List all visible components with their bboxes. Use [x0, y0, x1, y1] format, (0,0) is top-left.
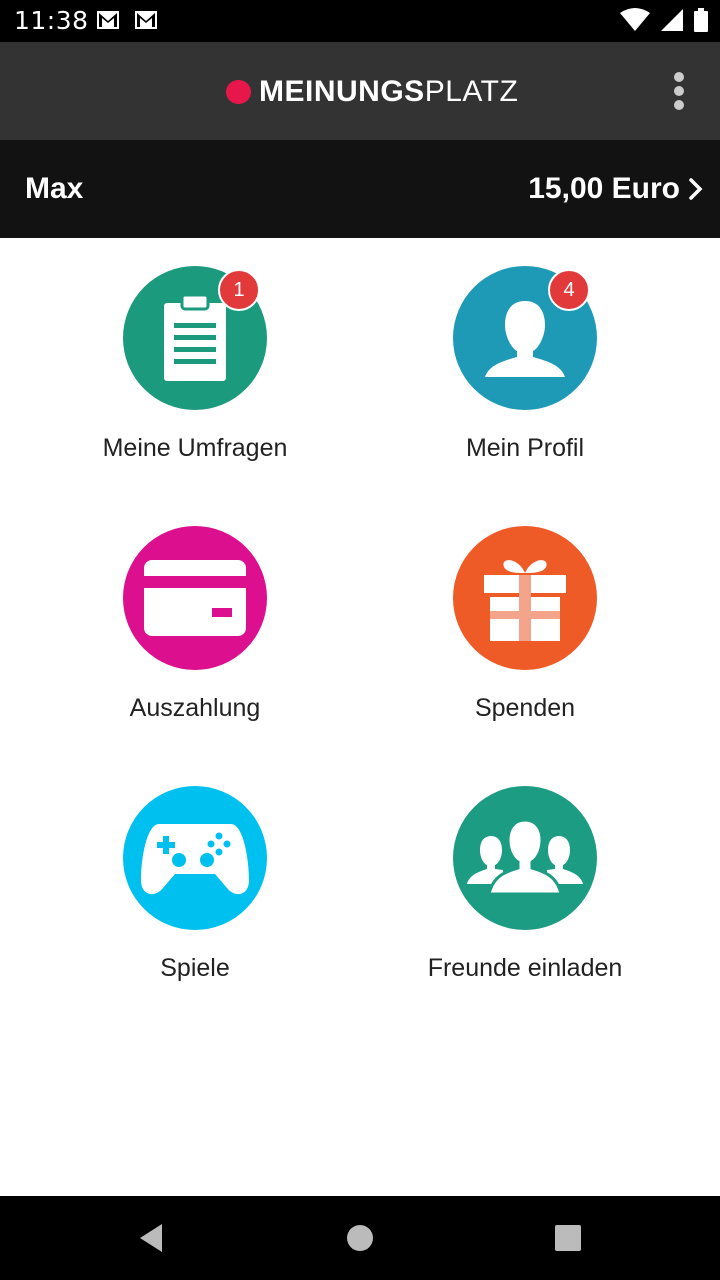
tile-label: Freunde einladen	[427, 954, 623, 982]
chevron-right-icon	[689, 178, 703, 200]
home-icon[interactable]	[346, 1224, 374, 1252]
group-icon	[467, 818, 583, 896]
app-bar: MEINUNGSPLATZ	[0, 42, 720, 140]
notification-icons	[96, 10, 158, 30]
brand-name-bold: MEINUNGS	[259, 75, 425, 108]
profil-badge: 4	[548, 269, 590, 311]
tile-spiele[interactable]: Spiele	[45, 758, 345, 988]
brand-logo: MEINUNGSPLATZ	[226, 75, 518, 109]
umfragen-badge: 1	[218, 269, 260, 311]
back-icon[interactable]	[136, 1222, 166, 1254]
auszahlung-circle	[123, 526, 267, 670]
balance-amount: 15,00 Euro	[528, 172, 680, 205]
tile-freunde-einladen[interactable]: Freunde einladen	[375, 758, 675, 988]
signal-icon	[661, 9, 683, 31]
gamepad-icon	[141, 824, 249, 895]
gmail-icon	[135, 11, 157, 29]
tile-label: Meine Umfragen	[102, 434, 288, 462]
status-time: 11:38	[14, 6, 89, 35]
tile-auszahlung[interactable]: Auszahlung	[45, 498, 345, 728]
overflow-menu-icon[interactable]	[672, 72, 686, 112]
tile-label: Spenden	[474, 694, 576, 722]
account-bar[interactable]: Max 15,00 Euro	[0, 140, 720, 238]
credit-card-icon	[144, 560, 246, 636]
system-icons	[620, 8, 708, 32]
spenden-circle	[453, 526, 597, 670]
clipboard-icon	[164, 293, 226, 381]
gmail-icon	[97, 11, 119, 29]
user-name: Max	[25, 172, 84, 205]
tile-label: Mein Profil	[465, 434, 585, 462]
recents-icon[interactable]	[554, 1224, 582, 1252]
status-bar: 11:38	[0, 0, 720, 42]
tile-mein-profil[interactable]: 4 Mein Profil	[375, 238, 675, 468]
wifi-icon	[620, 8, 650, 31]
freunde-circle	[453, 786, 597, 930]
gift-icon	[484, 560, 566, 641]
spiele-circle	[123, 786, 267, 930]
battery-icon	[694, 8, 708, 32]
system-nav-bar	[0, 1196, 720, 1280]
tile-spenden[interactable]: Spenden	[375, 498, 675, 728]
tile-meine-umfragen[interactable]: 1 Meine Umfragen	[45, 238, 345, 468]
balance-link[interactable]: 15,00 Euro	[528, 172, 704, 206]
logo-dot-icon	[226, 80, 251, 104]
tile-label: Spiele	[160, 954, 230, 982]
tile-label: Auszahlung	[129, 694, 261, 722]
brand-name-light: PLATZ	[424, 75, 519, 108]
